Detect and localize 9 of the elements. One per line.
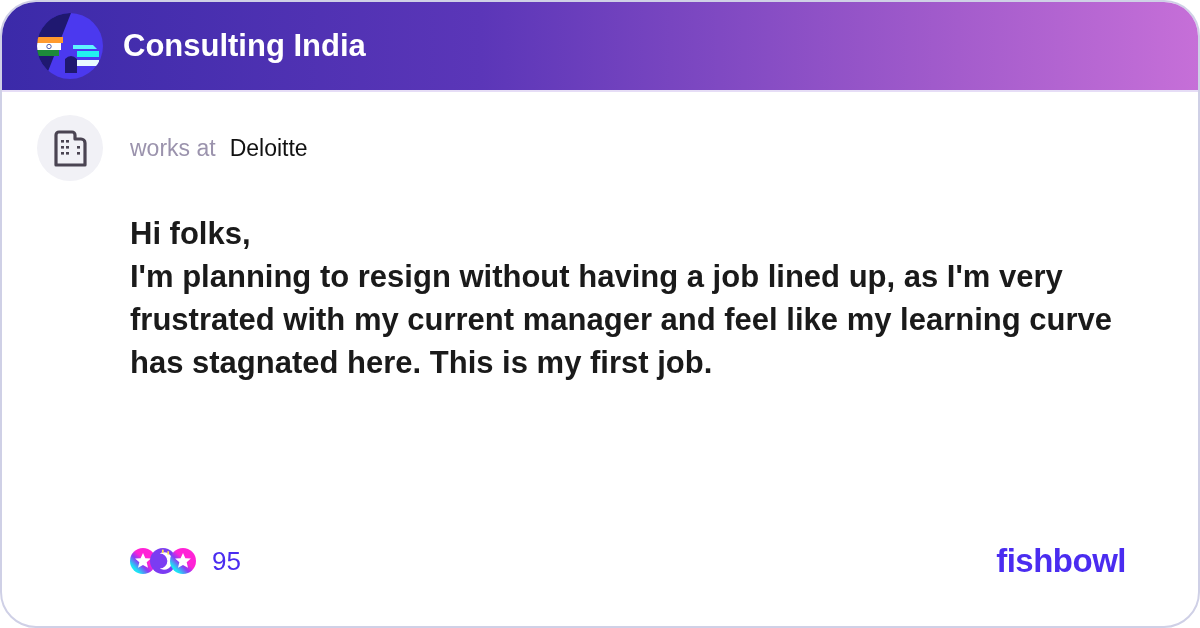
post-text: I'm planning to resign without having a job lined up, as I'm very frustrated with my current manager and feel like my learning curve has stagnated here. This is my first job. <box>130 258 1113 382</box>
company-name: Deloitte <box>229 134 308 162</box>
works-at-label: works at <box>130 134 216 162</box>
reaction-count: 95 <box>212 545 241 577</box>
community-name: Consulting India <box>123 28 366 64</box>
building-avatar-icon <box>37 115 103 181</box>
star-reaction-icon <box>170 548 196 574</box>
post-text: Hi folks, <box>130 215 252 253</box>
brand-logo: fishbowl <box>996 542 1126 580</box>
